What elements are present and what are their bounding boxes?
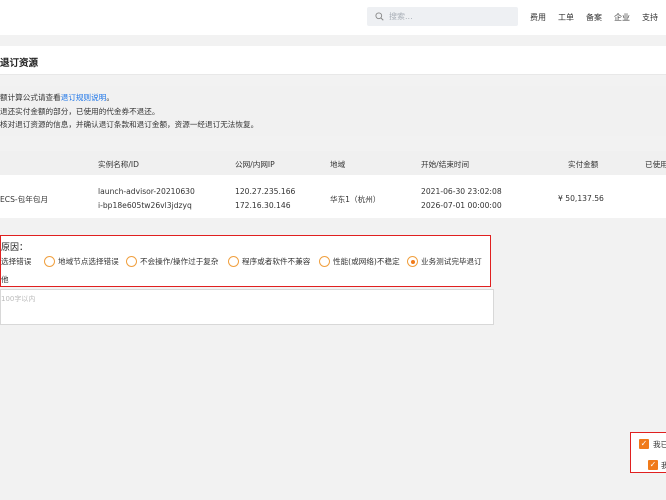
reason-option-4[interactable]: 程序或者软件不兼容 — [228, 256, 318, 268]
search-box[interactable]: 搜索... — [367, 7, 518, 26]
col-amount: 实付金额 — [568, 160, 599, 169]
search-icon — [375, 12, 384, 21]
notice-line-1: 额计算公式请查看退订规则说明。 — [0, 92, 114, 103]
reason-option-5[interactable]: 性能(或网络)不稳定 — [319, 256, 407, 268]
cell-instance-id: i-bp18e605tw26vl3jdzyq — [98, 201, 192, 210]
reason-option-label: 不会操作/操作过于复杂 — [140, 257, 219, 266]
agree-label-2: 我 — [661, 461, 666, 470]
cell-product: ECS-包年包月 — [0, 195, 49, 204]
top-nav-bar: 搜索... 费用 工单 备案 企业 支持 — [0, 0, 666, 35]
notice-text: 。 — [106, 93, 114, 102]
notice-line-2: 退还实付金额的部分，已使用的代金券不退还。 — [0, 107, 160, 116]
confirm-terms-group: ✓ 我已 ✓ 我 — [630, 432, 666, 473]
table-header: 实例名称/ID 公网/内网IP 地域 开始/结束时间 实付金额 已使用 — [0, 151, 666, 175]
col-region: 地域 — [330, 160, 346, 169]
reason-option-label: 地域节点选择错误 — [58, 257, 119, 266]
reason-option-label: 业务测试完毕退订 — [421, 257, 482, 266]
refund-reason-title: 原因： — [1, 243, 29, 253]
refund-reason-group: 原因： 选择错误 地域节点选择错误 不会操作/操作过于复杂 程序或者软件不兼容 … — [0, 235, 491, 287]
col-ip: 公网/内网IP — [235, 160, 275, 169]
reason-option-label: 性能(或网络)不稳定 — [333, 257, 400, 266]
notice-text: 额计算公式请查看 — [0, 93, 61, 102]
col-used: 已使用 — [645, 160, 666, 169]
notice-panel: 额计算公式请查看退订规则说明。 退还实付金额的部分，已使用的代金券不退还。 核对… — [0, 86, 666, 136]
nav-link-billing[interactable]: 费用 — [530, 12, 546, 23]
other-reason-textarea[interactable]: 100字以内 — [0, 289, 494, 325]
reason-option-label: 选择错误 — [1, 257, 32, 266]
agree-label-1: 我已 — [653, 440, 666, 449]
reason-option-6[interactable]: 业务测试完毕退订 — [407, 256, 489, 268]
radio-button[interactable] — [319, 256, 330, 267]
radio-button[interactable] — [44, 256, 55, 267]
textarea-placeholder: 100字以内 — [1, 295, 36, 303]
cell-end-time: 2026-07-01 00:00:00 — [421, 201, 502, 210]
radio-button-selected[interactable] — [407, 256, 418, 267]
agree-checkbox-1[interactable]: ✓ — [639, 439, 649, 449]
cell-public-ip: 120.27.235.166 — [235, 187, 296, 196]
cell-instance-name: launch-advisor-20210630 — [98, 187, 195, 196]
notice-line-3: 核对退订资源的信息，并确认退订条款和退订金额，资源一经退订无法恢复。 — [0, 120, 259, 129]
refund-rules-link[interactable]: 退订规则说明 — [61, 93, 107, 102]
reason-option-3[interactable]: 不会操作/操作过于复杂 — [126, 256, 226, 268]
reason-option-2[interactable]: 地域节点选择错误 — [44, 256, 124, 268]
col-instance: 实例名称/ID — [98, 160, 140, 169]
other-reason-label: 他 — [1, 275, 9, 284]
nav-link-support[interactable]: 支持 — [642, 12, 658, 23]
nav-link-enterprise[interactable]: 企业 — [614, 12, 630, 23]
radio-button[interactable] — [126, 256, 137, 267]
nav-link-icp[interactable]: 备案 — [586, 12, 602, 23]
page-title: 退订资源 — [0, 58, 39, 69]
nav-link-tickets[interactable]: 工单 — [558, 12, 574, 23]
page-header: 退订资源 — [0, 46, 666, 75]
resource-table: 实例名称/ID 公网/内网IP 地域 开始/结束时间 实付金额 已使用 ECS-… — [0, 151, 666, 218]
cell-private-ip: 172.16.30.146 — [235, 201, 291, 210]
search-placeholder: 搜索... — [389, 12, 413, 21]
cell-start-time: 2021-06-30 23:02:08 — [421, 187, 502, 196]
agree-checkbox-2[interactable]: ✓ — [648, 460, 658, 470]
reason-option-label: 程序或者软件不兼容 — [242, 257, 311, 266]
cell-region: 华东1（杭州） — [330, 195, 381, 204]
col-time: 开始/结束时间 — [421, 160, 470, 169]
cell-amount: ¥ 50,137.56 — [558, 194, 604, 203]
radio-button[interactable] — [228, 256, 239, 267]
